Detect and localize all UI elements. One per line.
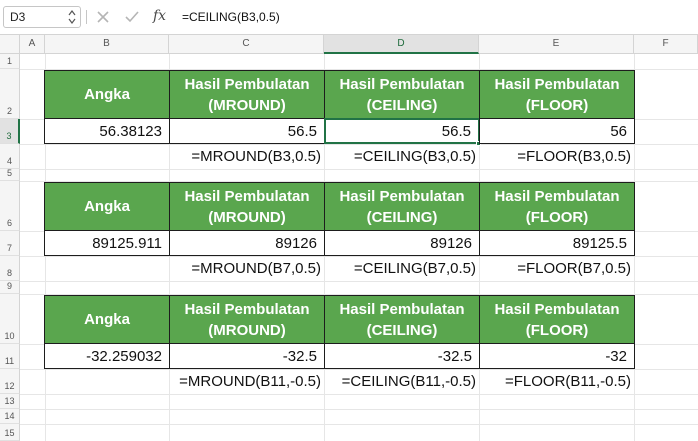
formula-text-ceiling[interactable]: =CEILING(B11,-0.5) — [324, 369, 479, 394]
header-cell-ceiling[interactable]: Hasil Pembulatan (CEILING) — [324, 295, 480, 344]
select-all-corner[interactable] — [0, 35, 20, 53]
column-header-a[interactable]: A — [20, 35, 45, 53]
value-cell-floor[interactable]: 89125.5 — [479, 230, 635, 256]
row-header-11[interactable]: 11 — [0, 344, 20, 369]
column-header-e[interactable]: E — [479, 35, 634, 53]
formula-text-floor[interactable]: =FLOOR(B11,-0.5) — [479, 369, 634, 394]
formula-bar: D3 fx =CEILING(B3,0.5) — [0, 0, 698, 35]
header-cell-floor[interactable]: Hasil Pembulatan (FLOOR) — [479, 70, 635, 119]
row-header-9[interactable]: 9 — [0, 281, 20, 294]
gridline — [20, 424, 698, 425]
gridline — [20, 281, 698, 282]
row-header-5[interactable]: 5 — [0, 168, 20, 181]
value-cell-mround[interactable]: -32.5 — [169, 343, 325, 369]
confirm-check-icon[interactable] — [124, 9, 140, 25]
cancel-icon[interactable] — [95, 9, 111, 25]
header-cell-angka[interactable]: Angka — [44, 182, 170, 231]
header-cell-ceiling[interactable]: Hasil Pembulatan (CEILING) — [324, 182, 480, 231]
name-box-value: D3 — [10, 10, 26, 24]
column-header-row: A B C D E F — [0, 35, 698, 54]
row-header-4[interactable]: 4 — [0, 144, 20, 169]
formula-text-mround[interactable]: =MROUND(B7,0.5) — [169, 256, 324, 281]
value-cell-floor[interactable]: 56 — [479, 118, 635, 144]
row-header-14[interactable]: 14 — [0, 409, 20, 424]
value-cell-floor[interactable]: -32 — [479, 343, 635, 369]
row-header-7[interactable]: 7 — [0, 231, 20, 256]
value-cell-mround[interactable]: 89126 — [169, 230, 325, 256]
gridline — [20, 169, 698, 170]
header-cell-mround[interactable]: Hasil Pembulatan (MROUND) — [169, 70, 325, 119]
formula-text-floor[interactable]: =FLOOR(B3,0.5) — [479, 144, 634, 169]
formula-text-mround[interactable]: =MROUND(B11,-0.5) — [160, 369, 324, 394]
row-header-15[interactable]: 15 — [0, 424, 20, 441]
formula-text-ceiling[interactable]: =CEILING(B3,0.5) — [324, 144, 479, 169]
name-box[interactable]: D3 — [3, 6, 81, 28]
header-cell-mround[interactable]: Hasil Pembulatan (MROUND) — [169, 295, 325, 344]
value-cell-angka[interactable]: 89125.911 — [44, 230, 170, 256]
row-header-10[interactable]: 10 — [0, 294, 20, 344]
row-header-13[interactable]: 13 — [0, 394, 20, 409]
gridline — [20, 394, 698, 395]
formula-input[interactable]: =CEILING(B3,0.5) — [182, 10, 280, 24]
header-cell-mround[interactable]: Hasil Pembulatan (MROUND) — [169, 182, 325, 231]
column-header-f[interactable]: F — [634, 35, 698, 53]
row-header-12[interactable]: 12 — [0, 369, 20, 394]
formula-text-ceiling[interactable]: =CEILING(B7,0.5) — [324, 256, 479, 281]
formula-text-floor[interactable]: =FLOOR(B7,0.5) — [479, 256, 634, 281]
header-cell-angka[interactable]: Angka — [44, 295, 170, 344]
header-cell-floor[interactable]: Hasil Pembulatan (FLOOR) — [479, 295, 635, 344]
formula-text-mround[interactable]: =MROUND(B3,0.5) — [169, 144, 324, 169]
value-cell-ceiling[interactable]: 89126 — [324, 230, 480, 256]
row-header-3[interactable]: 3 — [0, 119, 20, 144]
row-header-1[interactable]: 1 — [0, 54, 20, 69]
row-header-6[interactable]: 6 — [0, 181, 20, 231]
formula-bar-divider — [86, 10, 87, 24]
header-cell-ceiling[interactable]: Hasil Pembulatan (CEILING) — [324, 70, 480, 119]
column-header-c[interactable]: C — [169, 35, 324, 53]
header-cell-angka[interactable]: Angka — [44, 70, 170, 119]
insert-function-icon[interactable]: fx — [153, 8, 166, 24]
value-cell-angka[interactable]: 56.38123 — [44, 118, 170, 144]
value-cell-ceiling[interactable]: -32.5 — [324, 343, 480, 369]
value-cell-angka[interactable]: -32.259032 — [44, 343, 170, 369]
gridline — [20, 409, 698, 410]
selected-cell-d3[interactable]: 56.5 — [324, 118, 480, 144]
column-header-b[interactable]: B — [45, 35, 169, 53]
row-header-8[interactable]: 8 — [0, 256, 20, 281]
column-header-d[interactable]: D — [324, 35, 479, 54]
row-header-2[interactable]: 2 — [0, 69, 20, 119]
header-cell-floor[interactable]: Hasil Pembulatan (FLOOR) — [479, 182, 635, 231]
name-box-stepper-icon[interactable] — [68, 8, 76, 26]
value-cell-mround[interactable]: 56.5 — [169, 118, 325, 144]
